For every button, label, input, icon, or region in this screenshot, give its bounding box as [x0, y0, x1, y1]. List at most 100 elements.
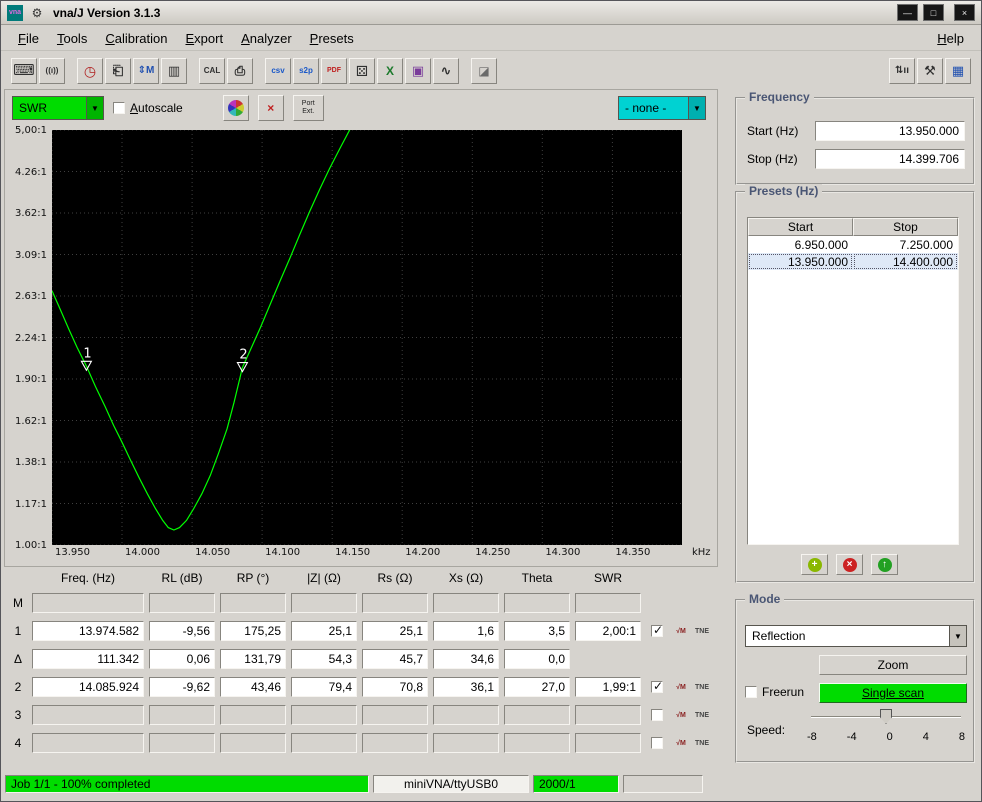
autoscale-checkbox[interactable]: Autoscale	[113, 101, 183, 115]
marker-min-icon[interactable]: √M	[673, 712, 689, 719]
gear-icon[interactable]: ⚙	[28, 4, 46, 22]
chart-controls: SWR ▼ Autoscale × Port Ext. - none - ▼	[7, 92, 715, 124]
preset-start-cell: 13.950.000	[748, 253, 853, 270]
marker-column-header: Theta	[504, 571, 570, 585]
driver-level-button[interactable]: ⇅ıı	[889, 58, 915, 84]
export-xls-button[interactable]: X	[377, 58, 403, 84]
frequency-keyboard-icon: ⌨	[13, 63, 35, 78]
marker-track-icon[interactable]: TNE	[694, 628, 710, 635]
chart-wave-button[interactable]: ∿	[433, 58, 459, 84]
colors-button[interactable]	[223, 95, 249, 121]
preset-delete-button[interactable]: ×	[836, 554, 863, 575]
marker-field	[220, 733, 286, 753]
preset-row[interactable]: 13.950.00014.400.000	[748, 253, 958, 270]
marker-column-header: SWR	[575, 571, 641, 585]
antenna-signal-button[interactable]: ((ı))	[39, 58, 65, 84]
port-extension-label-1: Port	[302, 100, 315, 108]
export-csv-button[interactable]: csv	[265, 58, 291, 84]
marker-track-icon[interactable]: TNE	[694, 712, 710, 719]
chevron-down-icon: ▼	[954, 632, 962, 641]
x-tick-label: 13.950	[55, 547, 90, 558]
chart-plot[interactable]: 12	[52, 130, 682, 545]
export-image-button[interactable]: ▣	[405, 58, 431, 84]
x-tick-label: 14.250	[475, 547, 510, 558]
presets-table[interactable]: StartStop 6.950.0007.250.00013.950.00014…	[747, 217, 959, 545]
marker-checkbox[interactable]	[651, 737, 663, 749]
export-pdf-button[interactable]: PDF	[321, 58, 347, 84]
marker-min-icon[interactable]: √M	[673, 684, 689, 691]
marker-field	[433, 705, 499, 725]
menu-bar: FileToolsCalibrationExportAnalyzerPreset…	[1, 26, 981, 51]
marker-track-icon[interactable]: TNE	[694, 684, 710, 691]
start-frequency-input[interactable]: 13.950.000	[815, 121, 965, 141]
menu-item-tools[interactable]: Tools	[48, 28, 96, 49]
clock-button[interactable]: ◷	[77, 58, 103, 84]
x-tick-label: 14.200	[405, 547, 440, 558]
marker-row-label: M	[9, 596, 27, 610]
overlay-select[interactable]: - none - ▼	[618, 96, 706, 120]
frequency-keyboard-button[interactable]: ⌨	[11, 58, 37, 84]
y-tick-label: 1.90:1	[15, 374, 47, 385]
speed-ticks: -8-4048	[807, 731, 965, 743]
autoscale-checkbox-box[interactable]	[113, 102, 125, 114]
eraser-button[interactable]: ◪	[471, 58, 497, 84]
port-extension-button[interactable]: Port Ext.	[293, 95, 324, 121]
menu-item-analyzer[interactable]: Analyzer	[232, 28, 301, 49]
close-button[interactable]: ×	[954, 4, 975, 21]
marker-field: -9,56	[149, 621, 215, 641]
menu-item-calibration[interactable]: Calibration	[96, 28, 176, 49]
presets-group: Presets (Hz) StartStop 6.950.0007.250.00…	[735, 191, 975, 583]
freerun-checkbox[interactable]: Freerun	[745, 685, 804, 699]
marker-field	[362, 733, 428, 753]
title-bar[interactable]: vna ⚙ vna/J Version 3.1.3 — □ ×	[1, 1, 981, 25]
marker-field	[575, 705, 641, 725]
marker-checkbox[interactable]	[651, 681, 663, 693]
color-grid-button[interactable]: ▦	[945, 58, 971, 84]
menu-item-file[interactable]: File	[9, 28, 48, 49]
marker-min-icon[interactable]: √M	[673, 628, 689, 635]
scale-select[interactable]: SWR ▼	[12, 96, 104, 120]
menu-item-help[interactable]: Help	[928, 28, 973, 49]
settings-tools-icon: ⚒	[924, 64, 936, 77]
toolbar-left: ⌨ ((ı)) ◷⎗⇕M▥ CAL⎙ csvs2pPDF⚄X▣∿ ◪	[11, 58, 497, 84]
marker-min-icon[interactable]: √M	[673, 740, 689, 747]
mode-select[interactable]: Reflection ▼	[745, 625, 967, 647]
calibration-button[interactable]: CAL	[199, 58, 225, 84]
preset-add-button[interactable]: +	[801, 554, 828, 575]
presets-column-stop[interactable]: Stop	[853, 218, 958, 236]
mode-select-arrow[interactable]: ▼	[949, 626, 966, 646]
speed-slider-thumb[interactable]	[880, 709, 892, 724]
marker-track-icon[interactable]: TNE	[694, 740, 710, 747]
columns-button[interactable]: ▥	[161, 58, 187, 84]
menu-item-export[interactable]: Export	[176, 28, 232, 49]
file-export-button[interactable]: ⎗	[105, 58, 131, 84]
toolbar-group-2: ◷⎗⇕M▥	[77, 58, 187, 84]
print-button[interactable]: ⎙	[227, 58, 253, 84]
freerun-checkbox-box[interactable]	[745, 686, 757, 698]
color-grid-icon: ▦	[952, 64, 964, 77]
marker-updown-button[interactable]: ⇕M	[133, 58, 159, 84]
stop-frequency-input[interactable]: 14.399.706	[815, 149, 965, 169]
export-snp-button[interactable]: s2p	[293, 58, 319, 84]
marker-field	[362, 705, 428, 725]
preset-row[interactable]: 6.950.0007.250.000	[748, 236, 958, 253]
zoom-button[interactable]: Zoom	[819, 655, 967, 675]
maximize-button[interactable]: □	[923, 4, 944, 21]
x-tick-label: 14.000	[125, 547, 160, 558]
single-scan-button[interactable]: Single scan	[819, 683, 967, 703]
toolbar-right: ⇅ıı ⚒ ▦	[889, 58, 971, 84]
presets-column-start[interactable]: Start	[748, 218, 853, 236]
menu-item-presets[interactable]: Presets	[301, 28, 363, 49]
clear-markers-button[interactable]: ×	[258, 95, 284, 121]
y-tick-label: 4.26:1	[15, 167, 47, 178]
marker-checkbox[interactable]	[651, 625, 663, 637]
scale-select-arrow[interactable]: ▼	[86, 97, 103, 119]
minimize-button[interactable]: —	[897, 4, 918, 21]
sample-dice-button[interactable]: ⚄	[349, 58, 375, 84]
marker-checkbox[interactable]	[651, 709, 663, 721]
settings-tools-button[interactable]: ⚒	[917, 58, 943, 84]
y-tick-label: 1.38:1	[15, 457, 47, 468]
overlay-select-arrow[interactable]: ▼	[688, 97, 705, 119]
preset-apply-button[interactable]: ↑	[871, 554, 898, 575]
speed-slider[interactable]	[811, 709, 961, 725]
